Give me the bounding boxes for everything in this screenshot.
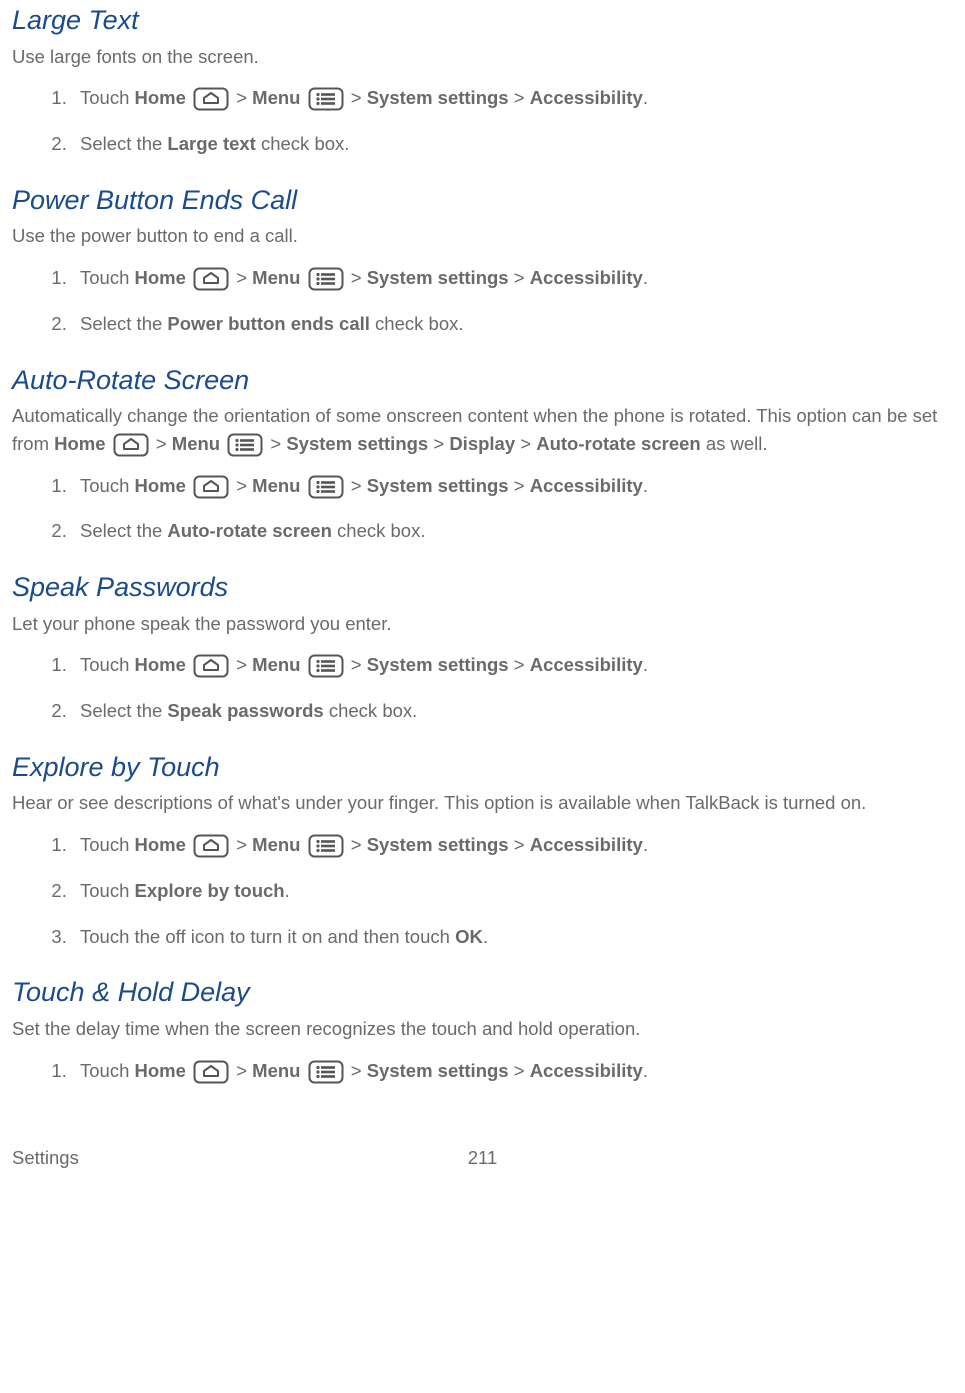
heading-explore-by-touch: Explore by Touch [12,747,953,788]
page-number: 211 [468,1144,498,1172]
menu-icon [308,834,344,858]
home-icon [193,475,229,499]
heading-touch-hold-delay: Touch & Hold Delay [12,972,953,1013]
heading-power-button: Power Button Ends Call [12,180,953,221]
step: Select the Auto-rotate screen check box. [72,517,953,545]
menu-icon [227,433,263,457]
step: Touch Explore by touch. [72,877,953,905]
step: Touch Home > Menu > System settings > Ac… [72,1057,953,1085]
step: Select the Speak passwords check box. [72,697,953,725]
desc-power-button: Use the power button to end a call. [12,222,953,250]
menu-icon [308,475,344,499]
home-icon [193,834,229,858]
home-icon [193,267,229,291]
home-icon [113,433,149,457]
section-explore-by-touch: Explore by Touch Hear or see description… [12,747,953,951]
home-icon [193,654,229,678]
step: Select the Power button ends call check … [72,310,953,338]
menu-icon [308,87,344,111]
step: Touch Home > Menu > System settings > Ac… [72,84,953,112]
step: Touch Home > Menu > System settings > Ac… [72,831,953,859]
section-large-text: Large Text Use large fonts on the screen… [12,0,953,158]
section-power-button: Power Button Ends Call Use the power but… [12,180,953,338]
desc-explore-by-touch: Hear or see descriptions of what's under… [12,789,953,817]
home-icon [193,1060,229,1084]
heading-auto-rotate: Auto-Rotate Screen [12,360,953,401]
menu-icon [308,654,344,678]
footer-section-name: Settings [12,1144,79,1172]
desc-touch-hold-delay: Set the delay time when the screen recog… [12,1015,953,1043]
home-icon [193,87,229,111]
desc-speak-passwords: Let your phone speak the password you en… [12,610,953,638]
heading-large-text: Large Text [12,0,953,41]
step: Touch Home > Menu > System settings > Ac… [72,651,953,679]
section-auto-rotate: Auto-Rotate Screen Automatically change … [12,360,953,546]
section-touch-hold-delay: Touch & Hold Delay Set the delay time wh… [12,972,953,1084]
step: Select the Large text check box. [72,130,953,158]
step: Touch Home > Menu > System settings > Ac… [72,472,953,500]
page-footer: Settings 211 [12,1144,953,1172]
section-speak-passwords: Speak Passwords Let your phone speak the… [12,567,953,725]
menu-icon [308,1060,344,1084]
heading-speak-passwords: Speak Passwords [12,567,953,608]
step: Touch Home > Menu > System settings > Ac… [72,264,953,292]
desc-auto-rotate: Automatically change the orientation of … [12,402,953,458]
step: Touch the off icon to turn it on and the… [72,923,953,951]
desc-large-text: Use large fonts on the screen. [12,43,953,71]
menu-icon [308,267,344,291]
